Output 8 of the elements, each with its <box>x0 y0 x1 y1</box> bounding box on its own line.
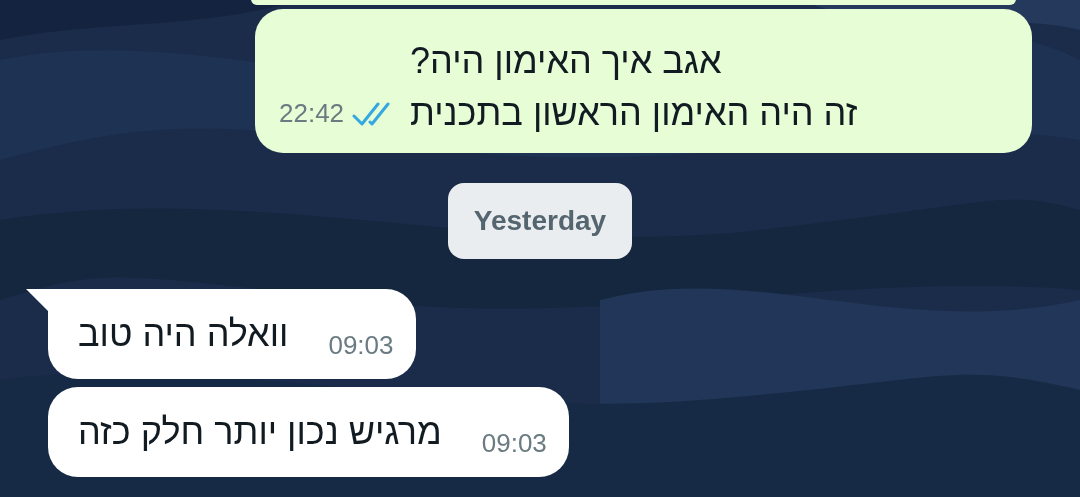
message-time: 09:03 <box>481 427 547 460</box>
message-text: מרגיש נכון יותר חלק כזה <box>78 410 442 454</box>
message-time: 09:03 <box>328 329 394 362</box>
message-text: זה היה האימון הראשון בתכנית <box>410 91 858 135</box>
date-chip: Yesterday <box>447 183 633 259</box>
message-text: וואלה היה טוב <box>78 312 289 356</box>
message-text: אגב איך האימון היה? <box>410 39 722 83</box>
message-time: 22:42 <box>279 97 345 130</box>
